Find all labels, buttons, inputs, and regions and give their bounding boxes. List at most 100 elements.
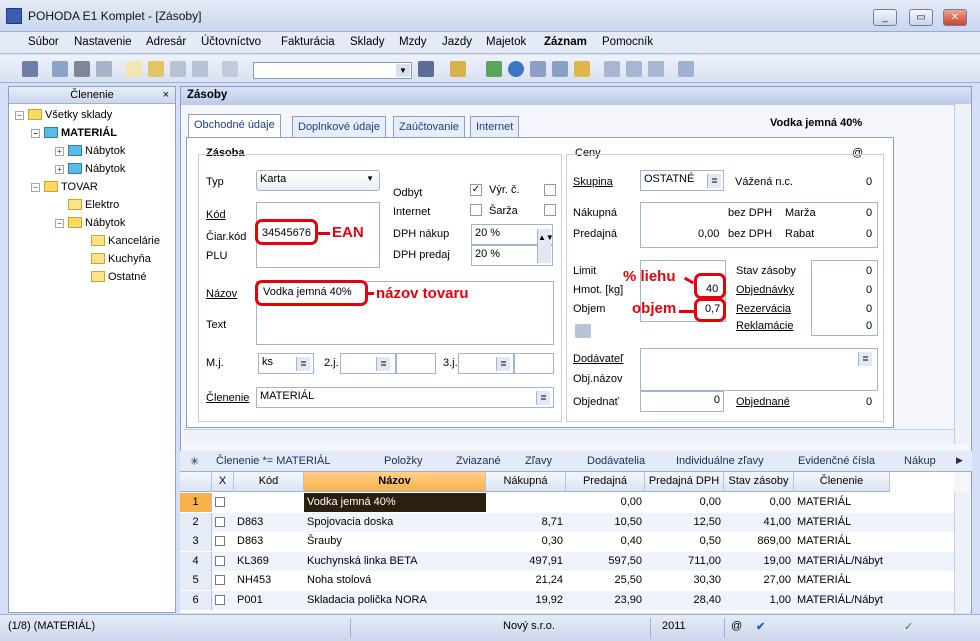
- tab-nakup[interactable]: Nákup: [904, 455, 936, 467]
- cancel-icon[interactable]: [192, 61, 208, 77]
- cell-stav[interactable]: 27,00: [724, 571, 794, 590]
- typ-select[interactable]: Karta ▼: [256, 170, 380, 191]
- cell-nakupna[interactable]: 0,30: [486, 532, 566, 551]
- tree-item-material[interactable]: − MATERIÁL: [31, 127, 117, 139]
- cell-predajna-dph[interactable]: 711,00: [645, 552, 724, 571]
- tree-item-nabytok-3[interactable]: − Nábytok: [55, 217, 125, 229]
- row-checkbox[interactable]: [212, 571, 234, 590]
- clenenie-list-icon[interactable]: ≣: [536, 391, 550, 405]
- odbyt-checkbox[interactable]: ✓: [470, 184, 482, 196]
- row-checkbox[interactable]: [212, 513, 234, 532]
- gem-icon[interactable]: [486, 61, 502, 77]
- tab-internet[interactable]: Internet: [470, 116, 520, 138]
- cell-n[interactable]: 2: [180, 512, 212, 532]
- rezervacia-link[interactable]: Rezervácia: [736, 303, 791, 315]
- cell-nakupna[interactable]: [486, 493, 566, 512]
- cell-clenenie[interactable]: MATERIÁL: [794, 493, 890, 512]
- tree-item-nabytok-2[interactable]: + Nábytok: [55, 163, 125, 175]
- toolbar-combo[interactable]: ▼: [253, 62, 412, 79]
- cell-clenenie[interactable]: MATERIÁL/Nábyt: [794, 591, 890, 610]
- cell-predajna[interactable]: 0,00: [566, 493, 645, 512]
- tab-obchodne-udaje[interactable]: Obchodné údaje: [188, 114, 281, 138]
- cell-kod[interactable]: [234, 493, 304, 512]
- cell-nazov[interactable]: Šrauby: [304, 532, 486, 551]
- close-button[interactable]: ✕: [943, 9, 967, 26]
- save-icon[interactable]: [170, 61, 186, 77]
- col-x[interactable]: X: [212, 472, 234, 492]
- menu-mzdy[interactable]: Mzdy: [399, 36, 426, 48]
- cell-clenenie[interactable]: MATERIÁL: [794, 532, 890, 551]
- cell-nakupna[interactable]: 8,71: [486, 513, 566, 532]
- objednat-input[interactable]: 0: [640, 391, 724, 412]
- menu-sklady[interactable]: Sklady: [350, 36, 385, 48]
- print-icon[interactable]: [74, 61, 90, 77]
- exit-icon[interactable]: [22, 61, 38, 77]
- cell-predajna-dph[interactable]: 0,00: [645, 493, 724, 512]
- cell-clenenie[interactable]: MATERIÁL/Nábyt: [794, 552, 890, 571]
- menu-subor[interactable]: Súbor: [28, 36, 59, 48]
- cell-stav[interactable]: 0,00: [724, 493, 794, 512]
- menu-nastavenie[interactable]: Nastavenie: [74, 36, 132, 48]
- col-nazov[interactable]: Názov: [304, 472, 486, 492]
- cell-predajna[interactable]: 10,50: [566, 513, 645, 532]
- mj3-list-icon[interactable]: ≣: [496, 357, 510, 371]
- preview-icon[interactable]: [96, 61, 112, 77]
- tab-evidencne-cisla[interactable]: Evidenčné čísla: [798, 455, 875, 467]
- cell-clenenie[interactable]: MATERIÁL: [794, 513, 890, 532]
- col-predajna-dph[interactable]: Predajná DPH: [645, 472, 724, 492]
- tab-zviazane[interactable]: Zviazané: [456, 455, 501, 467]
- row-checkbox[interactable]: [212, 552, 234, 571]
- dph-spin-icon[interactable]: ▲▼: [537, 229, 554, 263]
- cell-nazov[interactable]: Spojovacia doska: [304, 513, 486, 532]
- menu-jazdy[interactable]: Jazdy: [442, 36, 472, 48]
- cell-n[interactable]: 5: [180, 571, 212, 591]
- mj2-list-icon[interactable]: ≣: [376, 357, 390, 371]
- tree-item-kancelarie[interactable]: Kancelárie: [91, 235, 160, 247]
- table-vscrollbar[interactable]: [954, 492, 970, 613]
- menu-adresar[interactable]: Adresár: [146, 36, 186, 48]
- tab-zlavy[interactable]: Zľavy: [525, 455, 552, 467]
- tree-item-ostatne[interactable]: Ostatné: [91, 271, 147, 283]
- cell-predajna[interactable]: 23,90: [566, 591, 645, 610]
- cell-nakupna[interactable]: 19,92: [486, 591, 566, 610]
- menu-majetok[interactable]: Majetok: [486, 36, 526, 48]
- form-hscrollbar[interactable]: [184, 429, 954, 443]
- cell-stav[interactable]: 869,00: [724, 532, 794, 551]
- cell-predajna-dph[interactable]: 28,40: [645, 591, 724, 610]
- mj2-qty[interactable]: [396, 353, 436, 374]
- tree-item-tovar[interactable]: − TOVAR: [31, 181, 98, 193]
- sarza-checkbox[interactable]: [544, 204, 556, 216]
- col-clenenie[interactable]: Členenie: [794, 472, 890, 492]
- cell-stav[interactable]: 41,00: [724, 513, 794, 532]
- menu-fakturacia[interactable]: Fakturácia: [281, 36, 335, 48]
- objednavky-link[interactable]: Objednávky: [736, 284, 794, 296]
- coins-icon[interactable]: [574, 61, 590, 77]
- marza-value[interactable]: 0: [866, 207, 872, 219]
- cell-stav[interactable]: 1,00: [724, 591, 794, 610]
- cell-n[interactable]: 4: [180, 551, 212, 571]
- predajna-value[interactable]: 0,00: [698, 228, 719, 240]
- tab-dodavatelia[interactable]: Dodávatelia: [587, 455, 645, 467]
- cell-predajna-dph[interactable]: 0,50: [645, 532, 724, 551]
- cell-kod[interactable]: P001: [234, 591, 304, 610]
- calculator-icon[interactable]: [552, 61, 568, 77]
- col-predajna[interactable]: Predajná: [566, 472, 645, 492]
- mj-list-icon[interactable]: ≣: [296, 357, 310, 371]
- copy-icon[interactable]: [222, 61, 238, 77]
- tab-polozky[interactable]: Položky: [384, 455, 423, 467]
- cell-kod[interactable]: KL369: [234, 552, 304, 571]
- tree-item-elektro[interactable]: Elektro: [68, 199, 119, 211]
- dodavatel-input[interactable]: [640, 348, 878, 391]
- tab-clenenie-filter[interactable]: Členenie *= MATERIÁL: [216, 455, 330, 467]
- cell-predajna-dph[interactable]: 30,30: [645, 571, 724, 590]
- cell-predajna-dph[interactable]: 12,50: [645, 513, 724, 532]
- cell-n[interactable]: 6: [180, 591, 212, 610]
- cell-predajna[interactable]: 25,50: [566, 571, 645, 590]
- cell-n[interactable]: 1: [180, 493, 212, 512]
- skupina-list-icon[interactable]: ≣: [707, 174, 721, 188]
- reklamacie-link[interactable]: Reklamácie: [736, 320, 793, 332]
- cell-nakupna[interactable]: 497,91: [486, 552, 566, 571]
- cell-nazov[interactable]: Noha stolová: [304, 571, 486, 590]
- clenenie-select[interactable]: MATERIÁL: [256, 387, 554, 408]
- globe-icon[interactable]: [508, 61, 524, 77]
